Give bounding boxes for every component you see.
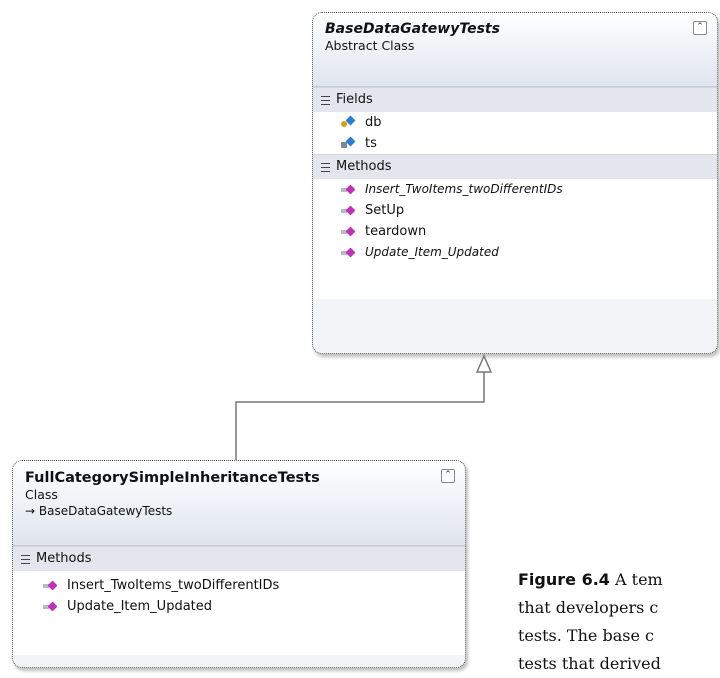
base-class-box[interactable]: BaseDataGatewyTests Abstract Class ⌃ Fie… bbox=[312, 12, 718, 354]
methods-section-header[interactable]: Methods bbox=[313, 154, 717, 179]
methods-section-header[interactable]: Methods bbox=[13, 546, 465, 571]
field-item[interactable]: ts bbox=[313, 133, 717, 154]
base-class-kind: Abstract Class bbox=[325, 38, 415, 53]
caption-line-4: tests that derived bbox=[518, 654, 661, 673]
method-icon bbox=[341, 226, 356, 237]
derived-class-box[interactable]: FullCategorySimpleInheritanceTests Class… bbox=[12, 460, 466, 668]
field-name: ts bbox=[365, 136, 377, 151]
method-icon bbox=[43, 601, 58, 612]
caption-line-3: tests. The base c bbox=[518, 626, 654, 645]
base-class-header: BaseDataGatewyTests Abstract Class ⌃ bbox=[313, 13, 717, 87]
method-icon bbox=[43, 580, 58, 591]
method-name: Update_Item_Updated bbox=[67, 599, 213, 614]
method-icon bbox=[341, 184, 356, 195]
derived-class-header: FullCategorySimpleInheritanceTests Class… bbox=[13, 461, 465, 546]
field-item[interactable]: db bbox=[313, 112, 717, 133]
method-item[interactable]: Update_Item_Updated bbox=[13, 596, 465, 617]
field-key-icon bbox=[339, 115, 357, 130]
fields-section-label: Fields bbox=[336, 92, 373, 107]
caption-text: A tem bbox=[609, 570, 663, 589]
method-name: teardown bbox=[365, 224, 427, 239]
method-item[interactable]: SetUp bbox=[313, 200, 717, 221]
inheritance-arrowhead bbox=[475, 354, 493, 373]
method-item[interactable]: Insert_TwoItems_twoDifferentIDs bbox=[313, 179, 717, 200]
derived-class-kind: Class bbox=[25, 487, 58, 502]
method-icon bbox=[341, 205, 356, 216]
method-name: SetUp bbox=[365, 203, 405, 218]
caption-line-1: Figure 6.4 A tem bbox=[518, 566, 720, 594]
figure-caption: Figure 6.4 A tem that developers c tests… bbox=[518, 566, 720, 678]
method-icon bbox=[341, 247, 356, 258]
collapse-chevron-icon[interactable]: ⌃ bbox=[441, 469, 455, 483]
derived-class-base: → BaseDataGatewyTests bbox=[25, 504, 173, 518]
base-class-name: BaseDataGatewyTests bbox=[325, 21, 500, 37]
derived-class-name: FullCategorySimpleInheritanceTests bbox=[25, 470, 320, 486]
collapse-section-icon bbox=[321, 162, 330, 172]
method-item[interactable]: Update_Item_Updated bbox=[313, 242, 717, 263]
fields-section-header[interactable]: Fields bbox=[313, 87, 717, 112]
field-name: db bbox=[365, 115, 382, 130]
method-name: Update_Item_Updated bbox=[365, 245, 499, 259]
figure-label: Figure 6.4 bbox=[518, 570, 610, 589]
collapse-chevron-icon[interactable]: ⌃ bbox=[693, 21, 707, 35]
field-lock-icon bbox=[339, 136, 357, 151]
caption-line-2: that developers c bbox=[518, 598, 659, 617]
method-name: Insert_TwoItems_twoDifferentIDs bbox=[67, 578, 280, 593]
methods-section-label: Methods bbox=[336, 159, 392, 174]
methods-section-label: Methods bbox=[36, 551, 92, 566]
method-name: Insert_TwoItems_twoDifferentIDs bbox=[365, 182, 563, 196]
method-item[interactable]: teardown bbox=[313, 221, 717, 242]
collapse-section-icon bbox=[21, 554, 30, 564]
collapse-section-icon bbox=[321, 95, 330, 105]
method-item[interactable]: Insert_TwoItems_twoDifferentIDs bbox=[13, 575, 465, 596]
